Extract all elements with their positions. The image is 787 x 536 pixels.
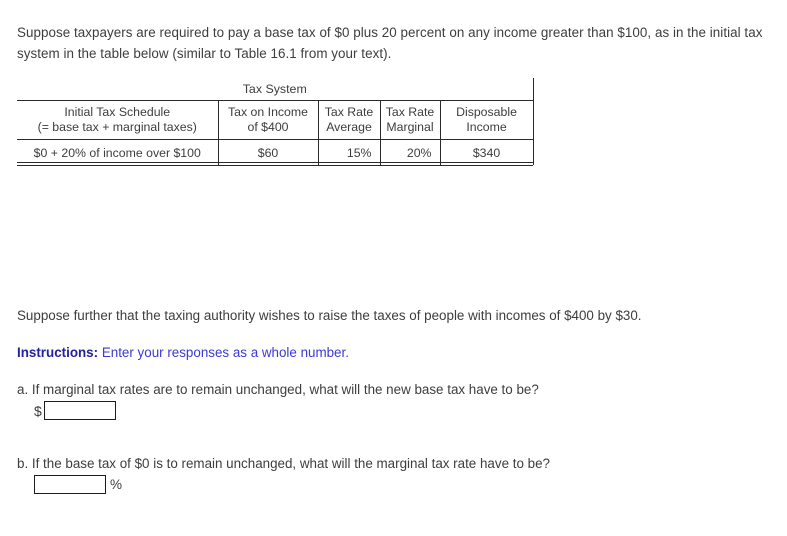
further-paragraph: Suppose further that the taxing authorit… [17, 308, 642, 324]
header-line-1: Initial Tax Schedule [64, 104, 171, 119]
header-line-1: Tax Rate [324, 104, 374, 119]
answer-b-input[interactable] [34, 475, 106, 494]
table-header-row: Initial Tax Schedule (= base tax + margi… [17, 100, 534, 140]
table-title-row: Tax System [17, 78, 534, 101]
percent-sign-label: % [110, 476, 123, 492]
header-disposable-income: Disposable Income [440, 100, 534, 140]
header-line-1: Tax on Income [228, 104, 308, 119]
tax-system-table: Tax System Initial Tax Schedule (= base … [17, 78, 534, 165]
header-initial-tax-schedule: Initial Tax Schedule (= base tax + margi… [17, 100, 219, 140]
answer-a-row: $ [34, 401, 116, 420]
question-b-prompt: b. If the base tax of $0 is to remain un… [17, 456, 550, 472]
tax-system-table-wrapper: Tax System Initial Tax Schedule (= base … [17, 78, 534, 165]
answer-b-row: % [34, 475, 122, 494]
table-bottom-double-rule [17, 162, 533, 166]
instructions-label: Instructions: [17, 345, 99, 361]
header-tax-rate-marginal: Tax Rate Marginal [380, 100, 441, 140]
answer-a-input[interactable] [43, 401, 116, 420]
header-line-1: Disposable [456, 104, 517, 119]
dollar-sign-label: $ [34, 402, 42, 419]
header-tax-on-income: Tax on Income of $400 [218, 100, 319, 140]
question-a-prompt: a. If marginal tax rates are to remain u… [17, 382, 539, 398]
table-title: Tax System [17, 78, 534, 101]
intro-paragraph: Suppose taxpayers are required to pay a … [17, 25, 763, 62]
instructions-line: Instructions: Enter your responses as a … [17, 343, 349, 363]
header-tax-rate-average: Tax Rate Average [318, 100, 381, 140]
exercise-page: Suppose taxpayers are required to pay a … [0, 0, 787, 536]
header-line-2: Marginal [386, 119, 434, 134]
header-line-1: Tax Rate [385, 104, 435, 119]
header-line-2: (= base tax + marginal taxes) [37, 119, 197, 134]
instructions-text: Enter your responses as a whole number. [101, 345, 349, 361]
header-line-2: Average [326, 119, 372, 134]
header-line-2: of $400 [247, 119, 289, 134]
header-line-2: Income [466, 119, 507, 134]
